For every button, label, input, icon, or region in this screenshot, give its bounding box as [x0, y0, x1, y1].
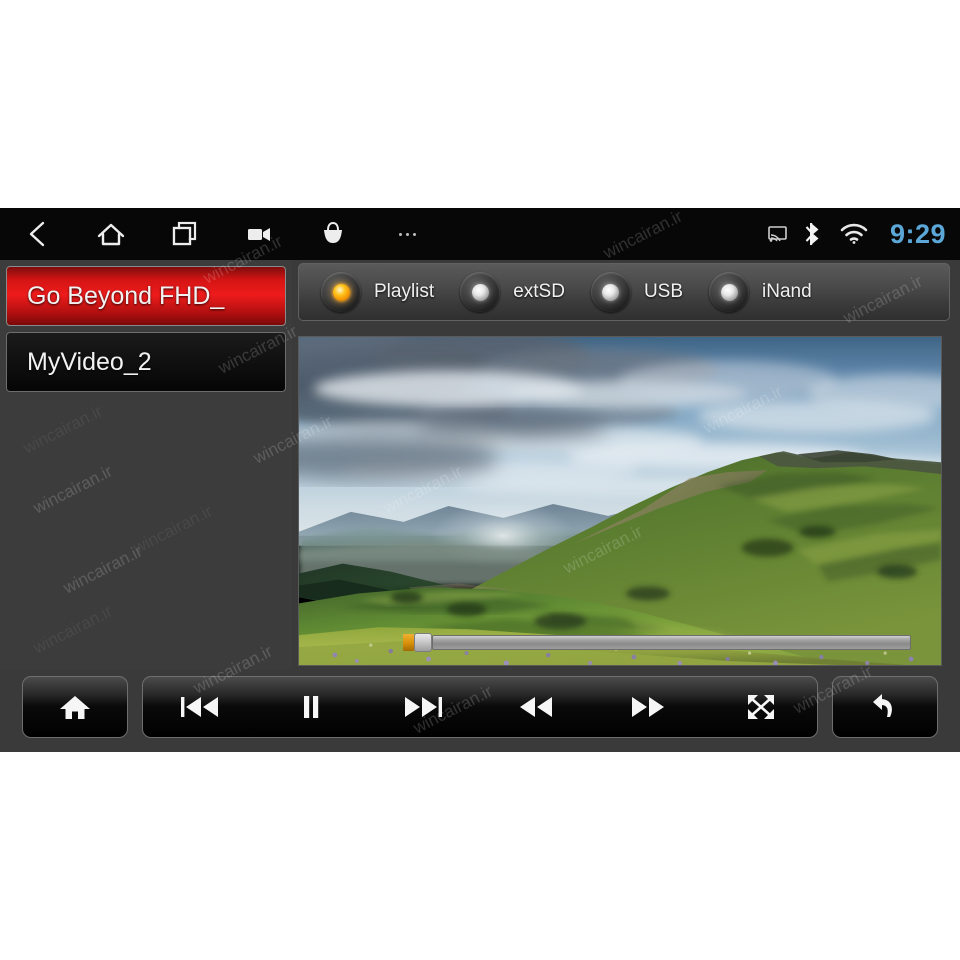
playlist-item-label: Go Beyond FHD_	[27, 281, 225, 310]
back-icon[interactable]	[0, 208, 74, 260]
radio-button-icon	[590, 272, 631, 312]
return-arrow-icon	[873, 694, 892, 717]
rewind-button[interactable]	[480, 676, 592, 738]
shopping-bag-icon[interactable]	[296, 208, 370, 260]
source-option-extsd[interactable]: extSD	[460, 272, 565, 312]
screen-cast-icon[interactable]	[767, 225, 788, 243]
source-option-label: USB	[643, 281, 684, 302]
video-camera-icon-glyph	[248, 228, 270, 241]
status-bar: 9:29	[0, 208, 960, 260]
list-item[interactable]: Go Beyond FHD_	[6, 266, 286, 326]
source-option-usb[interactable]: USB	[590, 272, 684, 312]
screen-cast-icon-glyph	[768, 226, 787, 242]
status-bar-system-group: 9:29	[767, 208, 946, 260]
video-surface[interactable]	[298, 336, 942, 666]
list-item[interactable]: MyVideo_2	[6, 332, 286, 392]
previous-track-icon	[181, 697, 219, 717]
home-button-panel	[22, 676, 128, 738]
seek-handle[interactable]	[414, 633, 432, 652]
source-option-label: extSD	[513, 281, 565, 302]
source-option-playlist[interactable]: Playlist	[321, 272, 434, 312]
back-icon-glyph	[29, 221, 45, 247]
back-button-panel	[832, 676, 938, 738]
source-option-label: iNand	[762, 281, 812, 302]
wifi-icon-glyph	[840, 223, 868, 244]
home-icon[interactable]	[74, 208, 148, 260]
recents-icon[interactable]	[148, 208, 222, 260]
recents-icon-glyph	[172, 221, 197, 246]
status-bar-nav-group	[0, 208, 444, 260]
pause-button[interactable]	[255, 676, 367, 738]
transport-panel	[142, 676, 818, 738]
screenshot-canvas: 9:29 Go Beyond FHD_ MyVideo_2 Playlist e…	[0, 0, 960, 960]
seek-track[interactable]	[432, 635, 911, 650]
status-bar-clock: 9:29	[889, 218, 946, 249]
overflow-menu-icon[interactable]	[370, 208, 444, 260]
shopping-bag-icon-glyph	[324, 221, 342, 243]
fullscreen-button[interactable]	[705, 676, 817, 738]
video-frame-image	[299, 337, 941, 665]
bluetooth-icon[interactable]	[804, 221, 824, 247]
source-option-inand[interactable]: iNand	[709, 272, 812, 312]
video-camera-icon[interactable]	[222, 208, 296, 260]
previous-track-button[interactable]	[143, 676, 255, 738]
player-control-bar	[0, 670, 960, 752]
player-pane: Playlist extSD USB iNand	[292, 260, 960, 670]
home-icon	[60, 696, 90, 719]
source-option-label: Playlist	[374, 281, 435, 302]
car-head-unit-screen: 9:29 Go Beyond FHD_ MyVideo_2 Playlist e…	[0, 208, 960, 752]
seek-position-marker	[403, 634, 414, 651]
fast-forward-button[interactable]	[592, 676, 704, 738]
bluetooth-icon-glyph	[805, 223, 819, 245]
seek-bar[interactable]	[403, 633, 911, 652]
radio-button-icon	[460, 272, 501, 312]
next-track-button[interactable]	[368, 676, 480, 738]
home-icon-glyph	[97, 223, 125, 246]
app-body: Go Beyond FHD_ MyVideo_2 Playlist extSD	[0, 260, 960, 752]
rewind-icon	[520, 697, 553, 717]
overflow-menu-dots	[398, 232, 416, 236]
source-selector-bar: Playlist extSD USB iNand	[298, 263, 950, 321]
home-button[interactable]	[23, 676, 127, 738]
back-button[interactable]	[833, 676, 937, 738]
fast-forward-icon	[632, 697, 665, 717]
pause-icon	[304, 696, 319, 718]
next-track-icon	[404, 697, 442, 717]
playlist-panel: Go Beyond FHD_ MyVideo_2	[0, 260, 292, 670]
fullscreen-icon	[747, 695, 774, 719]
wifi-icon[interactable]	[840, 223, 868, 245]
radio-button-icon	[709, 272, 750, 312]
radio-button-icon	[321, 272, 361, 312]
playlist-item-label: MyVideo_2	[27, 347, 152, 376]
